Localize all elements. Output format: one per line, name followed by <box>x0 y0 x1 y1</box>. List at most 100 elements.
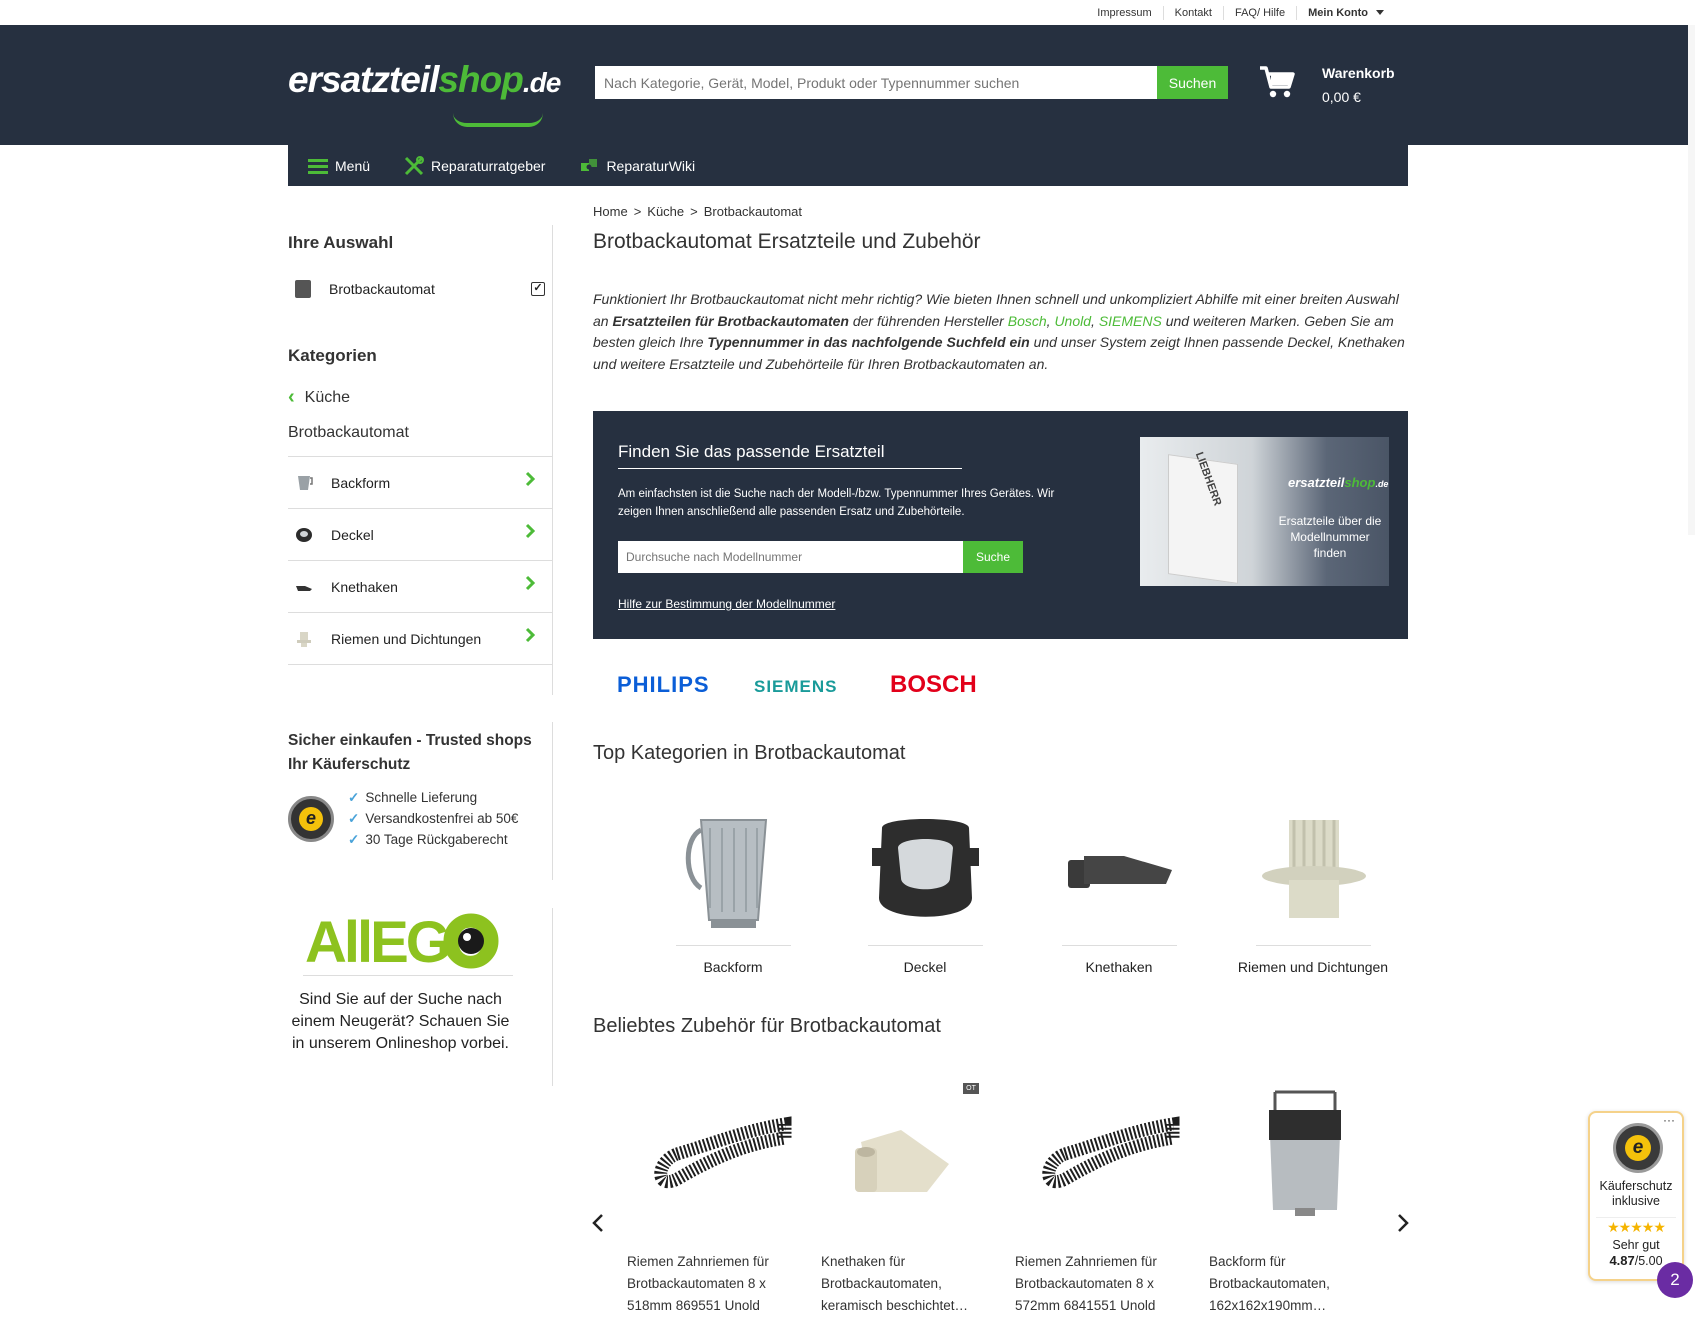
breadcrumb-separator: > <box>633 204 642 219</box>
trusted-shops-seal-icon[interactable]: e <box>288 796 334 842</box>
main-nav: Menü Reparaturratgeber ReparaturWiki <box>288 145 1408 186</box>
check-icon: ✓ <box>348 832 360 847</box>
cart-total: 0,00 € <box>1322 89 1361 105</box>
cart-icon[interactable] <box>1259 65 1295 99</box>
faq-link[interactable]: FAQ/ Hilfe <box>1224 5 1298 20</box>
brand-link-unold[interactable]: Unold <box>1054 313 1091 329</box>
gear-seal-icon <box>1261 820 1366 918</box>
product-card[interactable]: Backform für Brotbackautomaten, 162x162x… <box>1209 1082 1379 1313</box>
nav-repair-guide[interactable]: Reparaturratgeber <box>404 155 546 176</box>
category-divider <box>1061 945 1177 946</box>
trusted-shops-widget[interactable]: ··· e Käuferschutz inklusive ★★★★★ Sehr … <box>1588 1111 1684 1281</box>
site-logo[interactable]: ersatzteilshop.de <box>288 59 561 127</box>
promo-logo: ersatzteilshop.de <box>1288 475 1388 490</box>
top-categories: Backform Deckel Knethaken Riemen und Dic… <box>648 808 1388 988</box>
top-category-riemen[interactable]: Riemen und Dichtungen <box>1228 808 1398 975</box>
site-search: Suchen <box>595 66 1228 99</box>
impressum-link[interactable]: Impressum <box>1086 5 1164 20</box>
carousel-prev-icon[interactable] <box>591 1213 605 1233</box>
breadcrumb-home[interactable]: Home <box>593 204 628 219</box>
category-item-deckel[interactable]: Deckel <box>288 509 553 561</box>
current-category: Brotbackautomat <box>288 424 409 441</box>
chevron-left-icon: ‹ <box>288 386 295 408</box>
chevron-right-icon <box>525 575 535 591</box>
widget-divider <box>1596 1217 1676 1218</box>
search-button[interactable]: Suchen <box>1157 66 1228 99</box>
category-back-link[interactable]: ‹ Küche <box>288 386 350 409</box>
hamburger-icon <box>308 158 328 174</box>
model-search: Suche <box>618 541 1023 573</box>
chevron-down-icon <box>1376 10 1384 16</box>
category-label: Riemen und Dichtungen <box>331 630 482 647</box>
brand-logos: PHILIPS SIEMENS BOSCH <box>617 670 977 700</box>
site-header: ersatzteilshop.de Suchen Warenkorb 0,00 … <box>0 25 1695 145</box>
logo-main: ersatzteil <box>288 59 439 100</box>
trusted-heading: Sicher einkaufen - Trusted shops Ihr Käu… <box>288 732 532 773</box>
category-item-knethaken[interactable]: Knethaken <box>288 561 553 613</box>
top-category-knethaken[interactable]: Knethaken <box>1034 808 1204 975</box>
nav-repair-guide-label: Reparaturratgeber <box>431 157 546 174</box>
product-title[interactable]: Riemen Zahnriemen für Brotbackautomaten … <box>1015 1251 1175 1317</box>
category-label: Knethaken <box>331 578 398 595</box>
breadcrumb-current: Brotbackautomat <box>703 204 803 219</box>
category-divider <box>867 945 983 946</box>
trusted-benefits: ✓ Schnelle Lieferung ✓ Versandkostenfrei a… <box>348 787 518 850</box>
product-title[interactable]: Knethaken für Brotbackautomaten, keramis… <box>821 1251 981 1317</box>
model-promo-image[interactable]: LIEBHERR ersatzteilshop.de Ersatzteile ü… <box>1140 437 1389 586</box>
nav-menu[interactable]: Menü <box>308 158 370 174</box>
top-category-backform[interactable]: Backform <box>648 808 818 975</box>
product-title[interactable]: Backform für Brotbackautomaten, 162x162x… <box>1209 1251 1369 1317</box>
selection-heading: Ihre Auswahl <box>288 233 394 252</box>
model-help-link[interactable]: Hilfe zur Bestimmung der Modellnummer <box>618 597 835 611</box>
product-card[interactable]: Riemen Zahnriemen für Brotbackautomaten … <box>627 1082 797 1313</box>
page-title: Brotbackautomat Ersatzteile und Zubehör <box>593 230 981 253</box>
model-search-button[interactable]: Suche <box>963 541 1023 573</box>
logo-tld: .de <box>522 67 561 98</box>
notification-bubble[interactable]: 2 <box>1657 1262 1693 1298</box>
rating-score: 4.87 <box>1609 1253 1635 1268</box>
scrollbar[interactable] <box>1688 25 1695 535</box>
breadcrumb-kueche[interactable]: Küche <box>647 204 684 219</box>
product-title[interactable]: Riemen Zahnriemen für Brotbackautomaten … <box>627 1251 787 1317</box>
nav-repair-wiki[interactable]: ReparaturWiki <box>579 156 695 176</box>
kontakt-link[interactable]: Kontakt <box>1164 5 1224 20</box>
check-icon: ✓ <box>348 790 360 805</box>
kneading-hook-icon <box>296 585 312 591</box>
nav-repair-wiki-label: ReparaturWiki <box>606 157 696 174</box>
account-label: Mein Konto <box>1308 6 1368 19</box>
baking-pan-image <box>1269 1090 1341 1216</box>
brand-link-siemens[interactable]: SIEMENS <box>1099 313 1162 329</box>
philips-logo[interactable]: PHILIPS <box>617 672 710 698</box>
product-card[interactable]: Riemen Zahnriemen für Brotbackautomaten … <box>1015 1082 1185 1313</box>
finder-description: Am einfachsten ist die Suche nach der Mo… <box>618 488 1055 518</box>
buyer-protection-label: Käuferschutz inklusive <box>1599 1179 1673 1208</box>
siemens-logo[interactable]: SIEMENS <box>754 677 838 697</box>
bosch-logo[interactable]: BOSCH <box>890 671 977 699</box>
allego-logo[interactable]: AllEGO <box>303 906 513 976</box>
category-item-backform[interactable]: Backform <box>288 457 553 509</box>
checkbox-checked-icon[interactable]: ✓ <box>531 282 545 296</box>
product-card[interactable]: Knethaken für Brotbackautomaten, keramis… <box>821 1082 991 1313</box>
brand-link-bosch[interactable]: Bosch <box>1008 313 1047 329</box>
logo-shop: shop <box>438 59 523 100</box>
carousel-next-icon[interactable] <box>1396 1213 1410 1233</box>
trusted-e-mark: e <box>299 807 323 831</box>
top-categories-heading: Top Kategorien in Brotbackautomat <box>593 742 906 764</box>
kneading-hook-icon <box>1067 856 1172 888</box>
model-search-input[interactable] <box>618 541 963 573</box>
account-menu[interactable]: Mein Konto <box>1297 6 1395 20</box>
category-label: Deckel <box>331 526 374 543</box>
sidebar-divider <box>552 722 553 880</box>
more-icon[interactable]: ··· <box>1663 1113 1675 1127</box>
category-item-riemen[interactable]: Riemen und Dichtungen <box>288 613 553 665</box>
cart-summary[interactable]: Warenkorb 0,00 € <box>1322 61 1395 109</box>
selection-filter[interactable]: Brotbackautomat ✓ <box>288 277 545 301</box>
intro-part: der führenden Hersteller <box>848 312 1008 329</box>
selection-label: Brotbackautomat <box>329 281 435 297</box>
search-input[interactable] <box>595 66 1157 99</box>
puzzle-icon <box>581 158 598 171</box>
top-category-label: Deckel <box>903 959 947 975</box>
top-category-deckel[interactable]: Deckel <box>840 808 1010 975</box>
top-category-label: Riemen und Dichtungen <box>1237 959 1389 975</box>
timing-belt-image <box>654 1116 792 1189</box>
